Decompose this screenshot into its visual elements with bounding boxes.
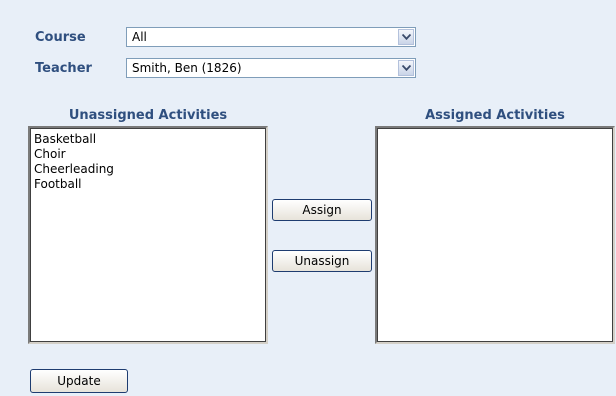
list-item[interactable]: Cheerleading	[34, 162, 114, 177]
assigned-activities-list[interactable]	[375, 126, 615, 344]
teacher-label: Teacher	[35, 61, 92, 76]
update-button[interactable]: Update	[30, 369, 128, 393]
assignment-panel: Course All Teacher Smith, Ben (1826) Una…	[0, 0, 616, 396]
unassigned-activities-heading: Unassigned Activities	[68, 108, 228, 123]
unassigned-activities-list[interactable]: Basketball Choir Cheerleading Football	[28, 126, 268, 344]
unassigned-items: Basketball Choir Cheerleading Football	[34, 132, 114, 192]
course-select-value: All	[132, 30, 147, 44]
course-label: Course	[35, 30, 86, 45]
teacher-select-value: Smith, Ben (1826)	[132, 61, 242, 75]
teacher-select[interactable]: Smith, Ben (1826)	[126, 58, 416, 78]
chevron-down-icon[interactable]	[398, 60, 414, 76]
course-select[interactable]: All	[126, 27, 416, 47]
list-item[interactable]: Basketball	[34, 132, 114, 147]
list-item[interactable]: Choir	[34, 147, 114, 162]
list-item[interactable]: Football	[34, 177, 114, 192]
assigned-activities-heading: Assigned Activities	[425, 108, 565, 123]
assign-button[interactable]: Assign	[272, 199, 372, 221]
chevron-down-icon[interactable]	[398, 29, 414, 45]
unassign-button[interactable]: Unassign	[272, 250, 372, 272]
